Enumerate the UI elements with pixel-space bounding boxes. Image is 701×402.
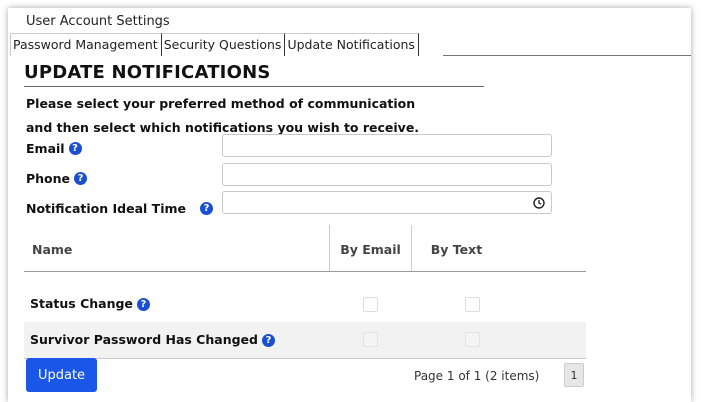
phone-field[interactable] — [222, 163, 552, 186]
row-label: Status Change ? — [30, 286, 150, 322]
table-row: Survivor Password Has Changed ? — [24, 322, 586, 358]
pager-page-button[interactable]: 1 — [564, 363, 584, 387]
time-label: Notification Ideal Time ? — [26, 201, 213, 216]
question-circle-icon[interactable]: ? — [74, 172, 88, 185]
email-field[interactable] — [222, 134, 552, 157]
notification-time-field[interactable] — [222, 191, 552, 214]
window-title: User Account Settings — [26, 14, 170, 29]
column-header-by-text: By Text — [411, 225, 501, 272]
row-label: Survivor Password Has Changed ? — [30, 322, 275, 358]
table-footer-divider — [24, 358, 586, 359]
phone-label-text: Phone — [26, 171, 71, 186]
tab-bar: Password Management Security Questions U… — [10, 33, 419, 56]
column-header-by-email: By Email — [329, 225, 411, 272]
settings-window: User Account Settings Password Managemen… — [8, 8, 691, 402]
question-circle-icon[interactable]: ? — [68, 142, 82, 155]
by-text-checkbox[interactable] — [465, 297, 480, 312]
phone-label: Phone ? — [26, 171, 88, 186]
by-email-checkbox[interactable] — [363, 297, 378, 312]
instructions-line-1: Please select your preferred method of c… — [26, 96, 416, 111]
update-button[interactable]: Update — [26, 358, 97, 392]
by-email-checkbox[interactable] — [363, 332, 378, 347]
time-label-text: Notification Ideal Time — [26, 201, 186, 216]
question-circle-icon[interactable]: ? — [261, 333, 275, 347]
email-label-text: Email — [26, 141, 65, 156]
table-header-divider — [24, 271, 586, 272]
tab-security-questions[interactable]: Security Questions — [161, 33, 286, 56]
by-text-checkbox[interactable] — [465, 332, 480, 347]
page-title: UPDATE NOTIFICATIONS — [24, 62, 271, 83]
tab-divider — [443, 55, 691, 56]
row-name: Survivor Password Has Changed — [30, 332, 258, 347]
tab-password-management[interactable]: Password Management — [10, 33, 162, 56]
clock-icon[interactable] — [533, 197, 545, 209]
column-header-name: Name — [32, 242, 73, 257]
question-circle-icon[interactable]: ? — [136, 297, 150, 311]
table-row: Status Change ? — [24, 286, 586, 322]
instructions-text: Please select your preferred method of c… — [26, 92, 456, 140]
pager-summary: Page 1 of 1 (2 items) — [414, 369, 540, 383]
heading-divider — [24, 86, 484, 87]
email-label: Email ? — [26, 141, 82, 156]
row-name: Status Change — [30, 296, 133, 311]
tab-update-notifications[interactable]: Update Notifications — [285, 33, 419, 56]
question-circle-icon[interactable]: ? — [199, 202, 213, 215]
